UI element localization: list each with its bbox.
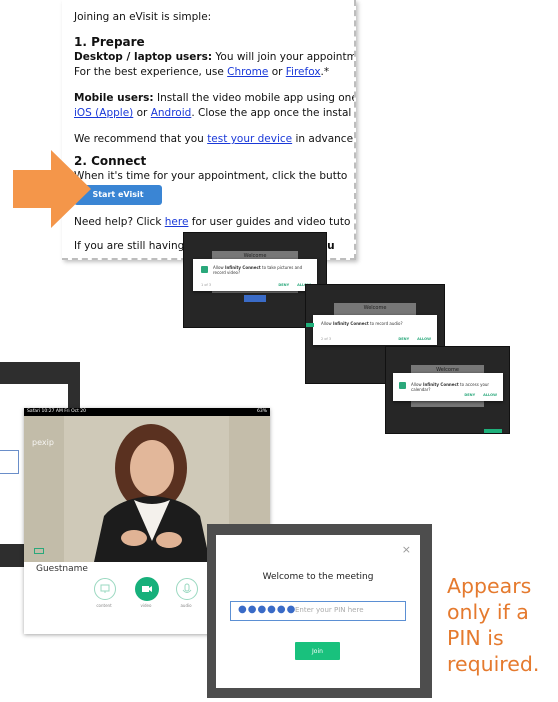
- android-link[interactable]: Android: [151, 107, 192, 119]
- guest-name-label: Guestname: [36, 564, 88, 574]
- audio-toggle-button[interactable]: [176, 578, 198, 600]
- recommend-text: We recommend that you: [74, 133, 208, 145]
- pin-placeholder: Enter your PIN here: [295, 606, 364, 614]
- desktop-text: You will join your appointme: [212, 51, 356, 63]
- permission-message: Allow Infinity Connect to access your ca…: [411, 382, 490, 392]
- connect-text: When it's time for your appointment, cli…: [74, 170, 348, 182]
- close-app-text: . Close the app once the instal: [191, 107, 352, 119]
- permission-message: Allow Infinity Connect to take pictures …: [213, 265, 303, 275]
- browser-recommendation: For the best experience, use Chrome or F…: [74, 65, 329, 79]
- content-label: content: [96, 603, 112, 608]
- help-text: Need help? Click here for user guides an…: [74, 215, 350, 229]
- step1-heading: 1. Prepare: [74, 35, 145, 49]
- best-experience-text: For the best experience, use: [74, 66, 228, 78]
- in-advance-text: in advance: [292, 133, 354, 145]
- video-toggle-button[interactable]: [135, 577, 159, 601]
- mobile-instructions: Mobile users: Install the video mobile a…: [74, 91, 356, 105]
- permission-counter: 2 of 3: [321, 337, 332, 341]
- microphone-icon: [182, 583, 192, 593]
- join-button[interactable]: Join: [295, 642, 340, 660]
- desktop-instructions: Desktop / laptop users: You will join yo…: [74, 50, 356, 64]
- deny-button[interactable]: DENY: [398, 337, 409, 341]
- audio-permission-dialog: Allow Infinity Connect to record audio? …: [313, 315, 437, 345]
- mobile-label: Mobile users:: [74, 92, 154, 104]
- pin-dialog-title: Welcome to the meeting: [262, 572, 374, 582]
- close-icon[interactable]: ×: [402, 543, 411, 556]
- audio-label: audio: [180, 603, 192, 608]
- test-device-link[interactable]: test your device: [207, 133, 292, 145]
- allow-button[interactable]: ALLOW: [483, 393, 497, 397]
- deny-button[interactable]: DENY: [278, 283, 289, 287]
- asterisk-text: .*: [320, 66, 330, 78]
- help-rest-text: for user guides and video tuto: [188, 216, 351, 228]
- join-button-behind: [244, 295, 266, 302]
- allow-button[interactable]: ALLOW: [417, 337, 431, 341]
- pin-dialog-screenshot: × Welcome to the meeting ●●●●●● Enter yo…: [207, 524, 432, 698]
- permission-screenshot-calendar: Welcome Allow Infinity Connect to access…: [385, 346, 510, 434]
- test-device-recommendation: We recommend that you test your device i…: [74, 132, 353, 146]
- calendar-icon: [399, 382, 406, 389]
- app-links: iOS (Apple) or Android. Close the app on…: [74, 106, 351, 120]
- camera-icon: [142, 586, 152, 592]
- battery-status: 63%: [256, 409, 267, 414]
- or-text: or: [268, 66, 286, 78]
- still-having-text: If you are still havingTN Su: [74, 240, 335, 252]
- permission-message: Allow Infinity Connect to record audio?: [321, 321, 403, 326]
- status-bar: Safari 10:27 AM Fri Oct 20 63%: [24, 408, 270, 416]
- pin-input[interactable]: ●●●●●● Enter your PIN here: [230, 601, 406, 621]
- pin-entered-dots: ●●●●●●: [238, 604, 297, 615]
- status-left: Safari 10:27 AM Fri Oct 20: [27, 409, 87, 414]
- camera-permission-dialog: Allow Infinity Connect to take pictures …: [193, 259, 317, 291]
- content-share-button[interactable]: [94, 578, 116, 600]
- pin-annotation: Appears only if a PIN is required.: [447, 574, 540, 676]
- chrome-link[interactable]: Chrome: [227, 66, 268, 78]
- pin-dialog: × Welcome to the meeting ●●●●●● Enter yo…: [216, 535, 420, 688]
- evisit-instructions-document: Joining an eVisit is simple: 1. Prepare …: [62, 0, 356, 260]
- name-input[interactable]: [0, 450, 19, 474]
- deny-button[interactable]: DENY: [464, 393, 475, 397]
- self-view-icon: [34, 548, 44, 554]
- here-link[interactable]: here: [165, 216, 189, 228]
- video-label: video: [140, 603, 152, 608]
- firefox-link[interactable]: Firefox: [286, 66, 321, 78]
- or-text-2: or: [133, 107, 151, 119]
- permission-buttons: DENY ALLOW: [456, 393, 497, 397]
- calendar-permission-dialog: Allow Infinity Connect to access your ca…: [393, 373, 503, 401]
- permission-buttons: DENY ALLOW: [390, 337, 431, 341]
- ios-link[interactable]: iOS (Apple): [74, 107, 133, 119]
- mobile-text: Install the video mobile app using one: [153, 92, 356, 104]
- screen-icon: [100, 584, 110, 593]
- intro-text: Joining an eVisit is simple:: [74, 11, 212, 23]
- orange-arrow-icon: [13, 150, 91, 228]
- camera-icon: [201, 266, 208, 273]
- pexip-logo: pexip: [32, 438, 54, 447]
- desktop-label: Desktop / laptop users:: [74, 51, 213, 63]
- permission-counter: 1 of 3: [201, 283, 212, 287]
